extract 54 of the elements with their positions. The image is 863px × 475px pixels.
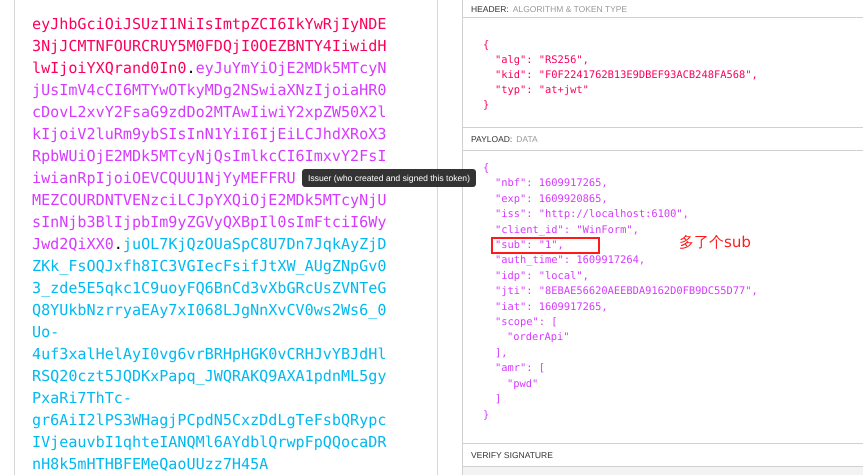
section-sublabel: DATA bbox=[516, 134, 538, 144]
token-text: cDovL2xvY2FsaG9zdDo2MTAwIiwiY2xpZW50X2l bbox=[32, 103, 386, 121]
section-sublabel: ALGORITHM & TOKEN TYPE bbox=[512, 4, 628, 14]
code-line: "client_id": "WinForm", bbox=[495, 224, 639, 236]
code-line: } bbox=[483, 99, 490, 111]
token-text: gr6AiI2lPS3WHagjPCpdN5CxzDdLgTeFsbQRypc bbox=[32, 411, 386, 429]
token-text: RSQ20czt5JQDKxPapq_JWQRAKQ9AXA1pdnML5gy bbox=[32, 367, 386, 385]
code-line: ] bbox=[495, 393, 502, 406]
code-line: "jti": "8EBAE56620AEEBDA9162D0FB9DC55D77", bbox=[495, 285, 758, 298]
section-label: PAYLOAD: bbox=[471, 134, 512, 144]
token-text: eyJuYmYiOjE2MDk5MTcyN bbox=[196, 59, 386, 77]
section-label: VERIFY SIGNATURE bbox=[471, 450, 553, 460]
code-line: "scope": [ bbox=[495, 316, 558, 328]
token-text: juOL7KjQzOUaSpC8U7Dn7JqkAyZjD bbox=[122, 235, 386, 253]
token-text: ZKk_FsOQJxfh8IC3VGIecFsifJtXW_AUgZNpGv0 bbox=[32, 257, 386, 275]
code-line: "iss": "http://localhost:6100", bbox=[495, 208, 689, 220]
token-text: Jwd2QiXX0 bbox=[32, 235, 114, 253]
code-line: "auth_time": 1609917264, bbox=[495, 254, 646, 266]
code-line: } bbox=[483, 408, 490, 420]
token-text: 4uf3xalHelAyI0vg6vrBRHpHGK0vCRHJvYBJdHl bbox=[32, 345, 386, 363]
code-line: "amr": [ bbox=[495, 362, 546, 374]
code-line-highlight: "sub": "1", bbox=[491, 237, 600, 254]
code-line: "typ": "at+jwt" bbox=[495, 84, 589, 96]
code-line: "iat": 1609917265, bbox=[495, 300, 608, 313]
token-text: eyJhbGciOiJSUzI1NiIsImtpZCI6IkYwRjIyNDE bbox=[32, 15, 386, 33]
code-line: { bbox=[483, 39, 490, 51]
code-line: "orderApi" bbox=[507, 331, 570, 344]
token-text: 3NjJCMTNFOURCRUY5M0FDQjI0OEZBNTY4IiwidH bbox=[32, 37, 386, 55]
code-line: "alg": "RS256", bbox=[495, 54, 589, 66]
token-text: kIjoiV2luRm9ybSIsInN1YiI6IjEiLCJhdXRoX3 bbox=[32, 125, 386, 143]
code-line: "idp": "local", bbox=[495, 270, 589, 282]
token-text: IVjeauvbI1qhteIANQMl6AYdblQrwpFpQQocaDR bbox=[32, 433, 386, 451]
code-line: "pwd" bbox=[507, 378, 538, 390]
token-text: RpbWUiOjE2MDk5MTcyNjQsImlkcCI6ImxvY2FsI bbox=[32, 147, 386, 165]
code-line: "nbf": 1609917265, bbox=[495, 177, 608, 190]
token-text: MEZCOURDNTVENzciLCJpYXQiOjE2MDk5MTcyNjU bbox=[32, 191, 386, 209]
token-text: Uo- bbox=[32, 323, 60, 341]
token-text: jUsImV4cCI6MTYwOTkyMDg2NSwiaXNzIjoiaHR0 bbox=[32, 81, 386, 99]
token-text: nH8k5mHTHBFEMeQaoUUzz7H45A bbox=[32, 455, 268, 473]
code-line: { bbox=[483, 162, 490, 174]
token-text: PxaRi7ThTc- bbox=[32, 389, 132, 407]
code-line: "exp": 1609920865, bbox=[495, 192, 608, 205]
token-text: iwianRpIjoiOEVCQUU1NjYyMEFFRU bbox=[32, 169, 296, 187]
tooltip: Issuer (who created and signed this token) bbox=[302, 169, 476, 187]
section-label: HEADER: bbox=[471, 4, 509, 14]
token-text: . bbox=[186, 59, 196, 77]
token-text: . bbox=[114, 235, 123, 253]
token-text: lwIjoiYXQrand0In0 bbox=[32, 59, 186, 77]
annotation-text: 多了个sub bbox=[679, 235, 751, 250]
token-text: 3_zde5E5qkc1C9uoyFQ6BnCd3vXbGRcUsZVNTeG bbox=[32, 279, 386, 297]
token-text: sInNjb3BlIjpbIm9yZGVyQXBpIl0sImFtciI6Wy bbox=[32, 213, 386, 231]
code-line: ], bbox=[495, 346, 508, 359]
code-line: "kid": "F0F2241762B13E9DBEF93ACB248FA568", bbox=[495, 69, 758, 81]
token-text: Q8YUkbNzrryaEAy7xI068LJgNnXvCV0ws2Ws6_0 bbox=[32, 301, 386, 319]
